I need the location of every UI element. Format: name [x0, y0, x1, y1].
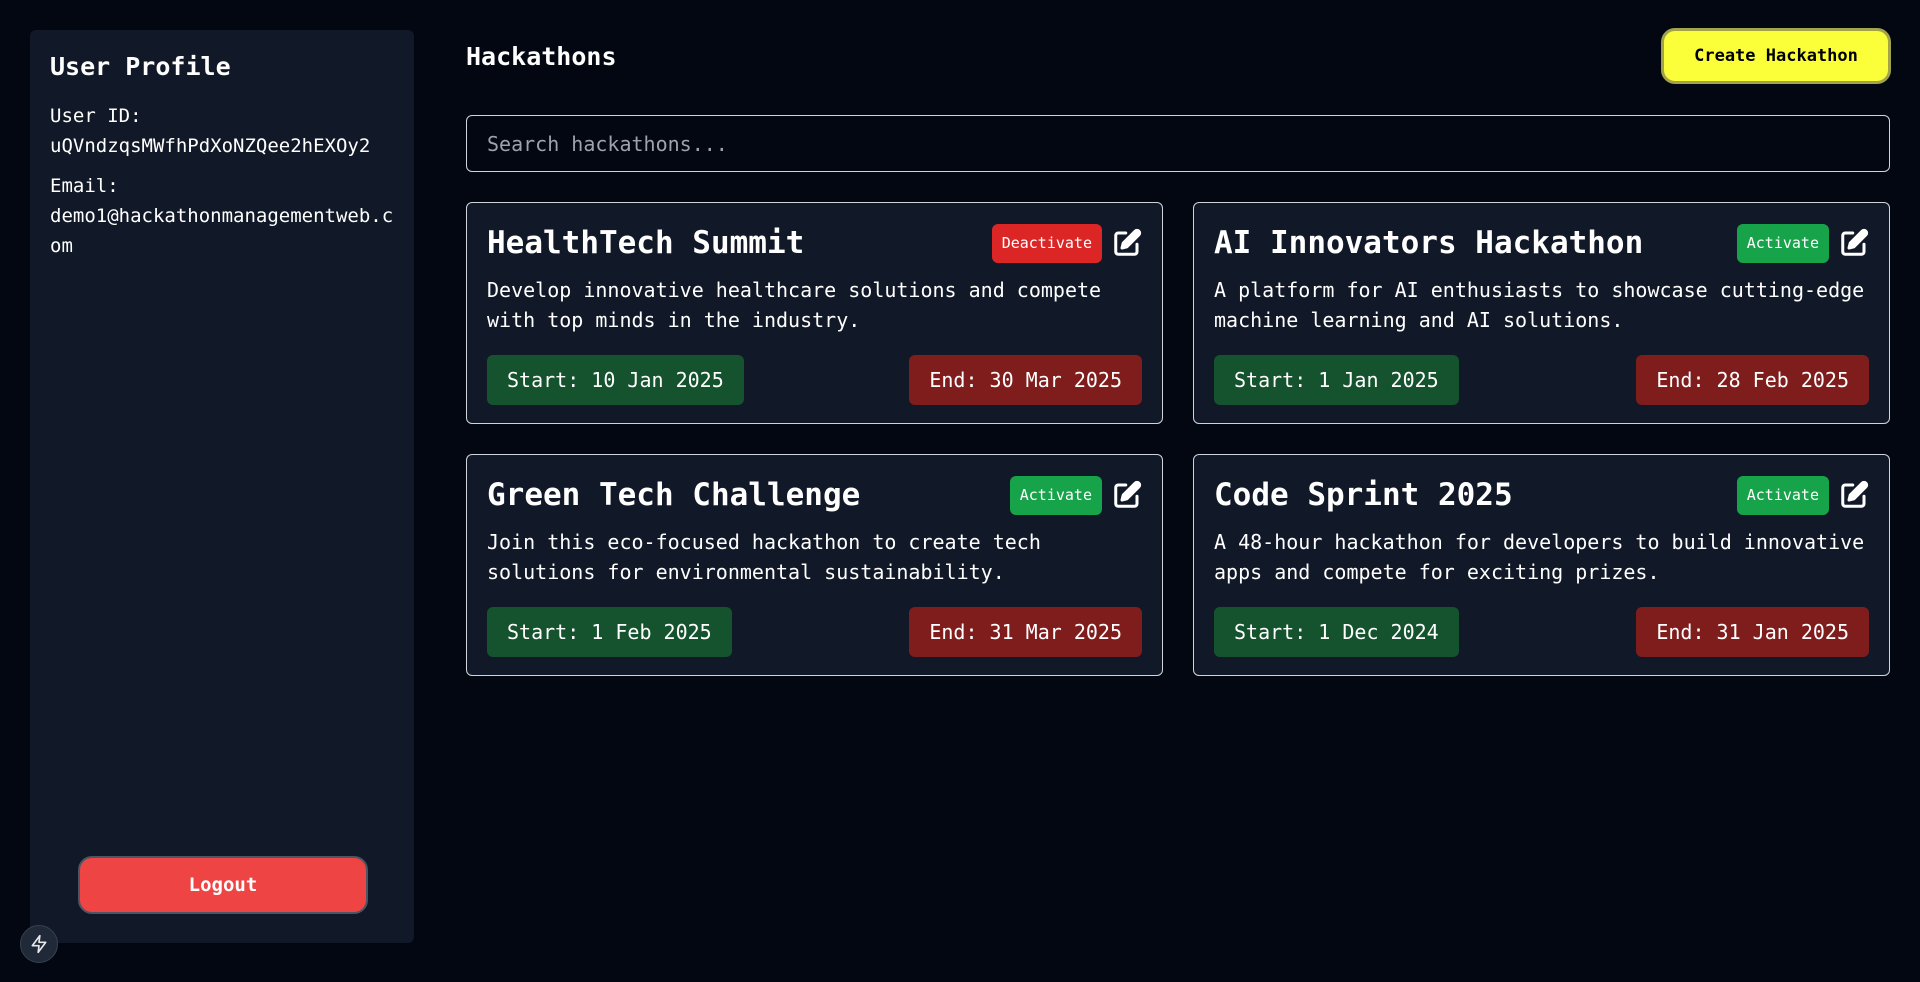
card-dates: Start: 1 Feb 2025 End: 31 Mar 2025 — [487, 607, 1142, 657]
card-dates: Start: 10 Jan 2025 End: 30 Mar 2025 — [487, 355, 1142, 405]
card-actions: Deactivate — [991, 223, 1142, 263]
edit-icon[interactable] — [1839, 228, 1869, 258]
card-header: AI Innovators Hackathon Activate — [1214, 223, 1869, 263]
hackathon-title: Code Sprint 2025 — [1214, 477, 1513, 513]
logout-button[interactable]: Logout — [78, 856, 368, 914]
email-block: Email: demo1@hackathonmanagementweb.com — [50, 171, 394, 261]
user-profile-sidebar: User Profile User ID: uQVndzqsMWfhPdXoNZ… — [30, 30, 414, 943]
hackathon-description: A platform for AI enthusiasts to showcas… — [1214, 278, 1865, 332]
hackathon-card: AI Innovators Hackathon Activate A platf… — [1193, 202, 1890, 424]
start-date-badge: Start: 1 Jan 2025 — [1214, 355, 1459, 405]
hackathon-title: Green Tech Challenge — [487, 477, 861, 513]
edit-icon[interactable] — [1839, 480, 1869, 510]
start-date-badge: Start: 10 Jan 2025 — [487, 355, 744, 405]
card-actions: Activate — [1736, 475, 1869, 515]
card-header: Code Sprint 2025 Activate — [1214, 475, 1869, 515]
hackathon-description: A 48-hour hackathon for developers to bu… — [1214, 530, 1865, 584]
edit-icon[interactable] — [1112, 480, 1142, 510]
user-id-value: uQVndzqsMWfhPdXoNZQee2hEXOy2 — [50, 135, 371, 157]
card-header: Green Tech Challenge Activate — [487, 475, 1142, 515]
edit-icon[interactable] — [1112, 228, 1142, 258]
create-hackathon-button[interactable]: Create Hackathon — [1661, 28, 1891, 84]
card-actions: Activate — [1736, 223, 1869, 263]
hackathon-card: Green Tech Challenge Activate Join this … — [466, 454, 1163, 676]
card-dates: Start: 1 Jan 2025 End: 28 Feb 2025 — [1214, 355, 1869, 405]
hackathon-title: HealthTech Summit — [487, 225, 805, 261]
activate-button[interactable]: Activate — [1009, 475, 1102, 515]
end-date-badge: End: 28 Feb 2025 — [1636, 355, 1869, 405]
hackathon-description: Join this eco-focused hackathon to creat… — [487, 530, 1041, 584]
lightning-icon[interactable] — [20, 925, 58, 963]
email-value: demo1@hackathonmanagementweb.com — [50, 205, 394, 257]
card-actions: Activate — [1009, 475, 1142, 515]
search-input[interactable] — [466, 115, 1890, 172]
deactivate-button[interactable]: Deactivate — [991, 223, 1102, 263]
activate-button[interactable]: Activate — [1736, 223, 1829, 263]
end-date-badge: End: 30 Mar 2025 — [909, 355, 1142, 405]
hackathon-title: AI Innovators Hackathon — [1214, 225, 1644, 261]
sidebar-title: User Profile — [50, 52, 231, 81]
end-date-badge: End: 31 Jan 2025 — [1636, 607, 1869, 657]
start-date-badge: Start: 1 Feb 2025 — [487, 607, 732, 657]
card-header: HealthTech Summit Deactivate — [487, 223, 1142, 263]
email-label: Email: — [50, 175, 119, 197]
end-date-badge: End: 31 Mar 2025 — [909, 607, 1142, 657]
start-date-badge: Start: 1 Dec 2024 — [1214, 607, 1459, 657]
user-id-label: User ID: — [50, 105, 142, 127]
activate-button[interactable]: Activate — [1736, 475, 1829, 515]
hackathon-description: Develop innovative healthcare solutions … — [487, 278, 1102, 332]
card-dates: Start: 1 Dec 2024 End: 31 Jan 2025 — [1214, 607, 1869, 657]
hackathon-card: HealthTech Summit Deactivate Develop inn… — [466, 202, 1163, 424]
user-id-block: User ID: uQVndzqsMWfhPdXoNZQee2hEXOy2 — [50, 101, 394, 161]
page-title: Hackathons — [466, 42, 617, 71]
hackathon-card: Code Sprint 2025 Activate A 48-hour hack… — [1193, 454, 1890, 676]
